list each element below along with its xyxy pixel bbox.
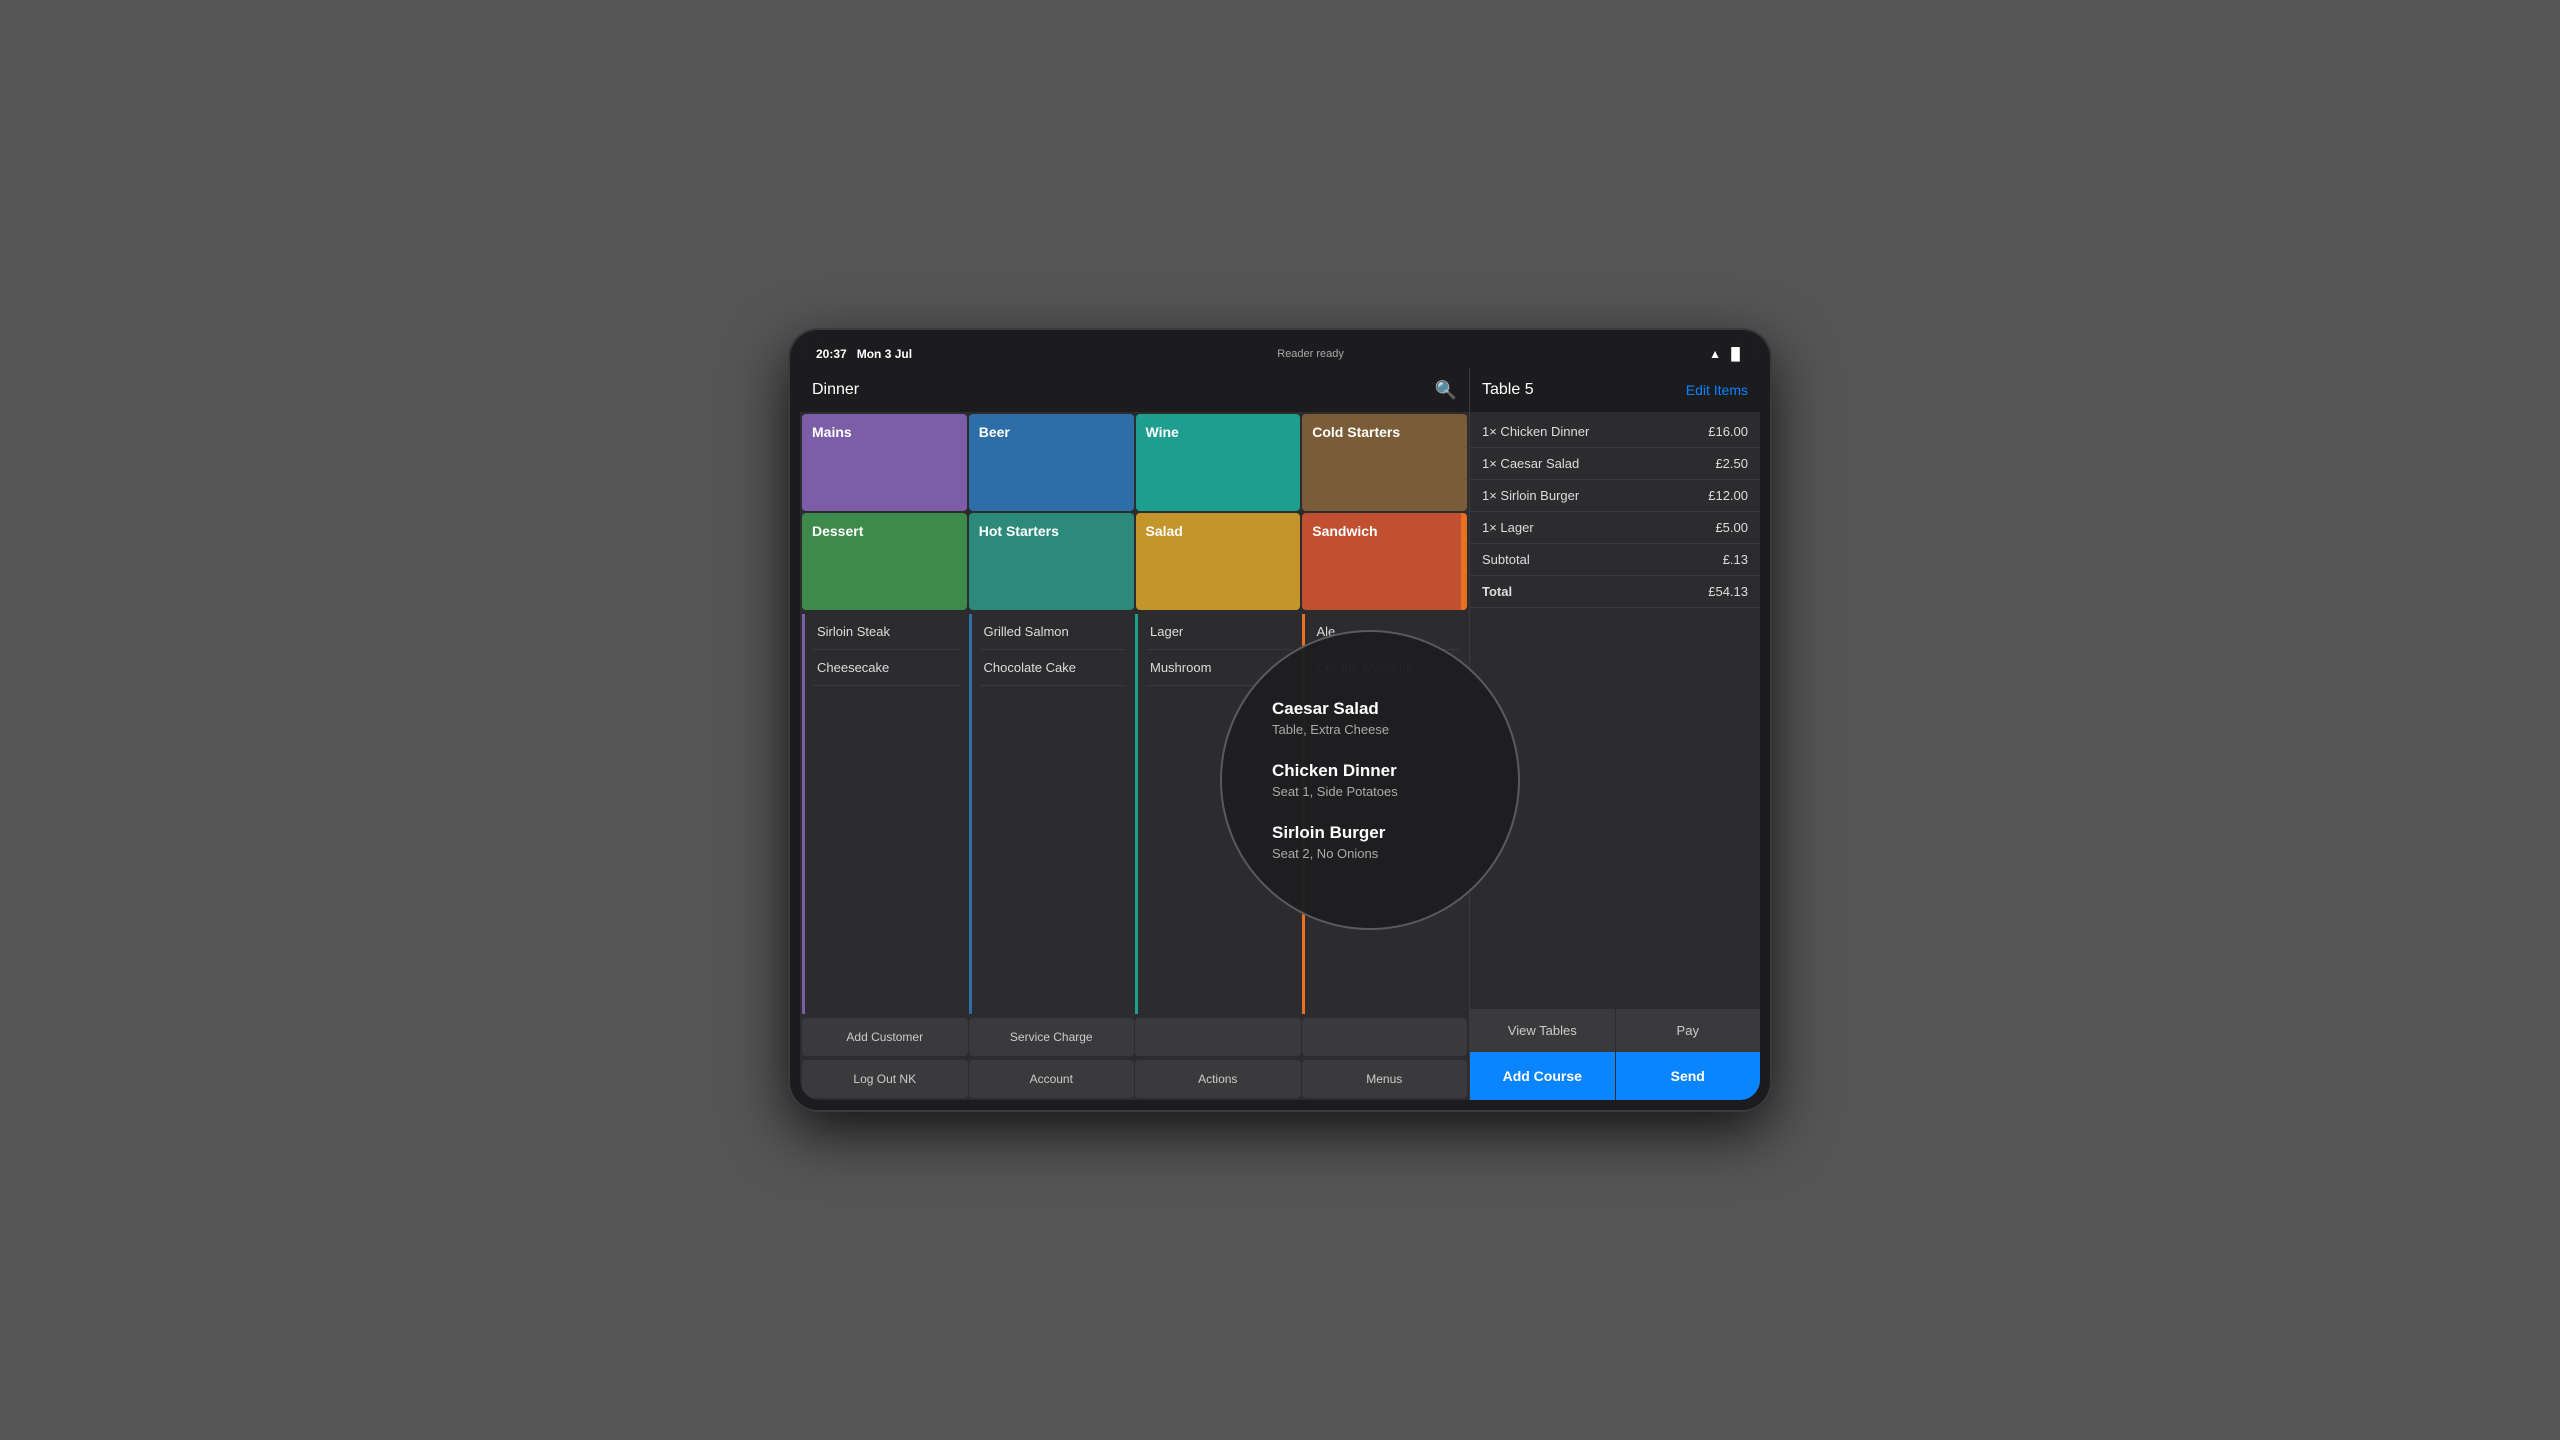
order-item-name: Total <box>1482 584 1512 599</box>
battery-icon: ▐▌ <box>1727 347 1744 361</box>
list-item[interactable]: Ale <box>1313 614 1460 650</box>
pay-button[interactable]: Pay <box>1616 1009 1761 1052</box>
actions-button[interactable]: Actions <box>1135 1060 1301 1098</box>
category-cold-starters[interactable]: Cold Starters <box>1302 414 1467 511</box>
table-title: Table 5 <box>1482 381 1534 399</box>
category-grid: Mains Beer Wine Cold Starters Dessert <box>800 412 1469 612</box>
order-item-price: £12.00 <box>1708 488 1748 503</box>
account-button[interactable]: Account <box>969 1060 1135 1098</box>
list-item[interactable]: Grilled Salmon <box>980 614 1127 650</box>
status-time: 20:37 Mon 3 Jul <box>816 347 912 361</box>
status-icons: ▲ ▐▌ <box>1709 347 1744 361</box>
order-item-price: £16.00 <box>1708 424 1748 439</box>
category-salad[interactable]: Salad <box>1136 513 1301 610</box>
list-item[interactable]: Lager <box>1146 614 1293 650</box>
order-items: 1× Chicken Dinner £16.00 1× Caesar Salad… <box>1470 412 1760 1009</box>
category-dessert[interactable]: Dessert <box>802 513 967 610</box>
order-item-row: Total £54.13 <box>1470 576 1760 608</box>
add-customer-button[interactable]: Add Customer <box>802 1018 968 1056</box>
right-primary-row: Add Course Send <box>1470 1052 1760 1100</box>
order-item-price: £54.13 <box>1708 584 1748 599</box>
table-header: Table 5 Edit Items <box>1470 368 1760 412</box>
blank-button-1 <box>1135 1018 1301 1056</box>
wifi-icon: ▲ <box>1709 347 1721 361</box>
search-icon[interactable]: 🔍 <box>1435 380 1457 401</box>
category-mains[interactable]: Mains <box>802 414 967 511</box>
order-item-name: 1× Caesar Salad <box>1482 456 1579 471</box>
view-tables-button[interactable]: View Tables <box>1470 1009 1615 1052</box>
blank-button-2 <box>1302 1018 1468 1056</box>
category-beer[interactable]: Beer <box>969 414 1134 511</box>
item-col-2: Grilled Salmon Chocolate Cake <box>969 614 1135 1014</box>
order-item-price: £5.00 <box>1715 520 1748 535</box>
order-item-price: £.13 <box>1723 552 1748 567</box>
bottom-actions-row2: Log Out NK Account Actions Menus <box>800 1058 1469 1100</box>
list-item[interactable]: Chocolate Cake <box>980 650 1127 686</box>
menus-button[interactable]: Menus <box>1302 1060 1468 1098</box>
main-content: Dinner 🔍 Mains Beer Wine Cold Starte <box>800 368 1760 1100</box>
send-button[interactable]: Send <box>1616 1052 1761 1100</box>
order-item-row: 1× Sirloin Burger £12.00 <box>1470 480 1760 512</box>
item-col-3: Lager Mushroom <box>1135 614 1301 1014</box>
order-item-name: 1× Chicken Dinner <box>1482 424 1589 439</box>
log-out-button[interactable]: Log Out NK <box>802 1060 968 1098</box>
service-charge-button[interactable]: Service Charge <box>969 1018 1135 1056</box>
list-item[interactable]: Sirloin Steak <box>813 614 960 650</box>
item-col-4: Ale Croque Madame <box>1302 614 1468 1014</box>
item-col-1: Sirloin Steak Cheesecake <box>802 614 968 1014</box>
order-item-price: £2.50 <box>1715 456 1748 471</box>
category-wine[interactable]: Wine <box>1136 414 1301 511</box>
search-bar: Dinner 🔍 <box>800 368 1469 412</box>
right-panel-actions: View Tables Pay Add Course Send <box>1470 1009 1760 1100</box>
status-bar: 20:37 Mon 3 Jul Reader ready ▲ ▐▌ <box>800 340 1760 368</box>
list-item[interactable]: Mushroom <box>1146 650 1293 686</box>
list-item[interactable]: Croque Madame <box>1313 650 1460 686</box>
right-action-row: View Tables Pay <box>1470 1009 1760 1052</box>
right-panel: Table 5 Edit Items 1× Chicken Dinner £16… <box>1470 368 1760 1100</box>
order-item-row: Subtotal £.13 <box>1470 544 1760 576</box>
ipad-frame: 20:37 Mon 3 Jul Reader ready ▲ ▐▌ Dinner… <box>790 330 1770 1110</box>
order-item-row: 1× Caesar Salad £2.50 <box>1470 448 1760 480</box>
left-panel: Dinner 🔍 Mains Beer Wine Cold Starte <box>800 368 1470 1100</box>
items-section: Sirloin Steak Cheesecake Grilled Salmon … <box>800 612 1469 1016</box>
order-item-name: Subtotal <box>1482 552 1530 567</box>
add-course-button[interactable]: Add Course <box>1470 1052 1615 1100</box>
bottom-actions-row1: Add Customer Service Charge <box>800 1016 1469 1058</box>
order-item-name: 1× Lager <box>1482 520 1534 535</box>
order-item-row: 1× Lager £5.00 <box>1470 512 1760 544</box>
status-center: Reader ready <box>1277 348 1344 360</box>
category-sandwich[interactable]: Sandwich <box>1302 513 1467 610</box>
list-item[interactable]: Cheesecake <box>813 650 960 686</box>
menu-title: Dinner <box>812 381 859 399</box>
category-hot-starters[interactable]: Hot Starters <box>969 513 1134 610</box>
edit-items-button[interactable]: Edit Items <box>1686 382 1748 398</box>
order-item-row: 1× Chicken Dinner £16.00 <box>1470 416 1760 448</box>
ipad-screen: 20:37 Mon 3 Jul Reader ready ▲ ▐▌ Dinner… <box>800 340 1760 1100</box>
order-item-name: 1× Sirloin Burger <box>1482 488 1579 503</box>
